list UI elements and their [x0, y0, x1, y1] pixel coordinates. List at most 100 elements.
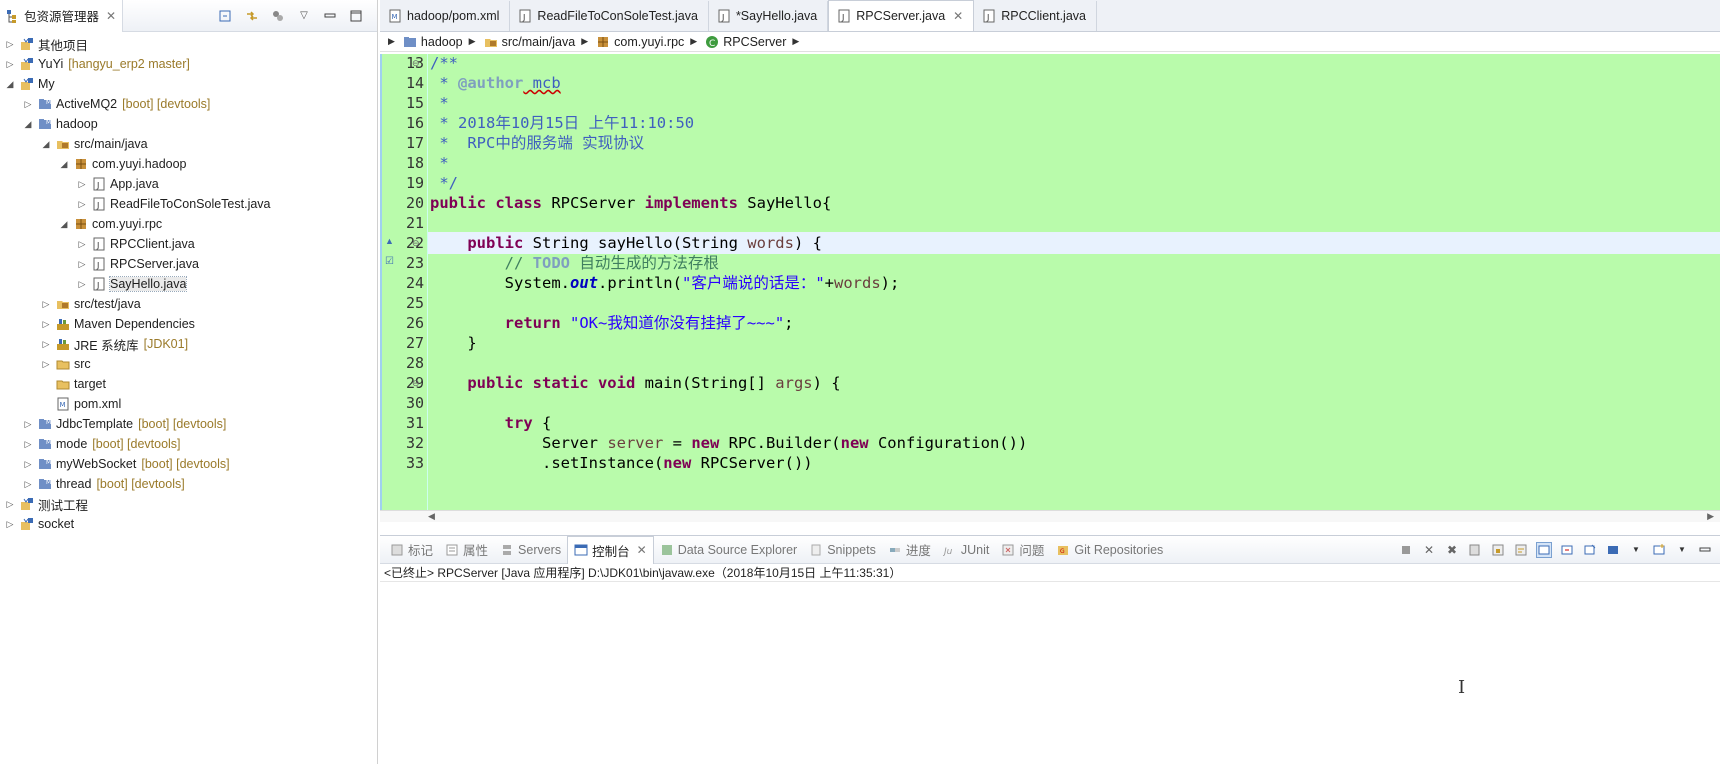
tree-item[interactable]: Mpom.xml [0, 394, 377, 414]
breadcrumb-class[interactable]: C RPCServer [705, 35, 786, 49]
horizontal-scrollbar[interactable]: ◀ ▶ [380, 510, 1720, 522]
tree-item[interactable]: ◢ My [0, 74, 377, 94]
task-marker-icon[interactable]: ☑ [385, 256, 394, 267]
code-editor[interactable]: 13 14 15 16 17 18 19 20 21 22 23 24 25 26 27 28 29 30 31 32… [380, 54, 1720, 510]
tree-item[interactable]: ▷ J RPCServer.java [0, 254, 377, 274]
view-menu-icon[interactable]: ▽ [297, 9, 311, 23]
collapsed-arrow-icon[interactable]: ▷ [22, 418, 34, 430]
collapsed-arrow-icon[interactable]: ▷ [76, 278, 88, 290]
collapsed-arrow-icon[interactable]: ▷ [4, 38, 16, 50]
tree-item[interactable]: ▷ Maven Dependencies [0, 314, 377, 334]
minimize-icon[interactable] [1698, 543, 1712, 557]
display-console-icon[interactable] [1606, 543, 1620, 557]
show-on-error-icon[interactable] [1560, 543, 1574, 557]
tree-item[interactable]: ▷ 测试工程 [0, 494, 377, 514]
tree-item[interactable]: ▷ JRE 系统库 [JDK01] [0, 334, 377, 354]
expanded-arrow-icon[interactable]: ◢ [4, 78, 16, 90]
expanded-arrow-icon[interactable]: ◢ [22, 118, 34, 130]
collapsed-arrow-icon[interactable]: ▷ [22, 438, 34, 450]
breadcrumb-arrow-icon[interactable]: ▶ [690, 36, 697, 47]
scroll-right-icon[interactable]: ▶ [1707, 511, 1714, 522]
editor-tab[interactable]: J RPCClient.java [974, 1, 1097, 31]
fold-icon[interactable]: ⊖ [412, 58, 420, 69]
editor-tab[interactable]: J ReadFileToConSoleTest.java [510, 1, 709, 31]
tree-item[interactable]: ▷ src/test/java [0, 294, 377, 314]
tree-item[interactable]: ▷ src [0, 354, 377, 374]
breadcrumb-arrow-icon[interactable]: ▶ [388, 36, 395, 47]
collapsed-arrow-icon[interactable]: ▷ [4, 498, 16, 510]
tree-item[interactable]: ▷ M ActiveMQ2 [boot] [devtools] [0, 94, 377, 114]
tree-item[interactable]: ◢ Mhadoop [0, 114, 377, 134]
collapsed-arrow-icon[interactable]: ▷ [22, 458, 34, 470]
collapse-all-icon[interactable] [219, 9, 233, 23]
tree-item[interactable]: ▷ J ReadFileToConSoleTest.java [0, 194, 377, 214]
tree-item[interactable]: ▷ YuYi [hangyu_erp2 master] [0, 54, 377, 74]
console-tab[interactable]: 属性 [439, 536, 494, 564]
collapsed-arrow-icon[interactable]: ▷ [76, 258, 88, 270]
view-menu-filter-icon[interactable] [271, 9, 285, 23]
tree-item[interactable]: ▷ Mmode [boot] [devtools] [0, 434, 377, 454]
show-on-output-icon[interactable] [1536, 541, 1552, 558]
dropdown-icon[interactable]: ▼ [1675, 543, 1689, 557]
breadcrumb-arrow-icon[interactable]: ▶ [469, 36, 476, 47]
console-tab[interactable]: 控制台 ✕ [567, 535, 654, 564]
collapsed-arrow-icon[interactable]: ▷ [22, 478, 34, 490]
word-wrap-icon[interactable] [1514, 543, 1528, 557]
collapsed-arrow-icon[interactable]: ▷ [40, 358, 52, 370]
collapsed-arrow-icon[interactable]: ▷ [76, 238, 88, 250]
tree-item[interactable]: ◢ com.yuyi.hadoop [0, 154, 377, 174]
tree-item[interactable]: ▷ J RPCClient.java [0, 234, 377, 254]
close-tab-icon[interactable]: ✕ [953, 9, 963, 23]
explorer-tab[interactable]: 包资源管理器 ✕ [0, 0, 124, 32]
breadcrumb-arrow-icon[interactable]: ▶ [581, 36, 588, 47]
collapsed-arrow-icon[interactable]: ▷ [4, 58, 16, 70]
console-tab[interactable]: 标记 [384, 536, 439, 564]
scroll-left-icon[interactable]: ◀ [428, 511, 435, 522]
breadcrumb-package[interactable]: com.yuyi.rpc [596, 35, 684, 49]
fold-icon[interactable]: ⊖ [412, 238, 420, 249]
breadcrumb-source-folder[interactable]: src/main/java [484, 35, 575, 49]
tree-item[interactable]: ▷ socket [0, 514, 377, 534]
link-with-editor-icon[interactable] [245, 9, 259, 23]
expanded-arrow-icon[interactable]: ◢ [58, 218, 70, 230]
collapsed-arrow-icon[interactable]: ▷ [76, 178, 88, 190]
tree-item[interactable]: ▷ MmyWebSocket [boot] [devtools] [0, 454, 377, 474]
remove-all-terminated-icon[interactable]: ✖ [1445, 543, 1459, 557]
editor-tab[interactable]: Mhadoop/pom.xml [380, 1, 511, 31]
expanded-arrow-icon[interactable]: ◢ [40, 138, 52, 150]
tree-item[interactable]: target [0, 374, 377, 394]
fold-icon[interactable]: ⊖ [412, 378, 420, 389]
open-console-icon[interactable] [1652, 543, 1666, 557]
close-icon[interactable]: ✕ [106, 9, 116, 23]
pin-console-icon[interactable] [1583, 543, 1597, 557]
tree-item[interactable]: ▷ J App.java [0, 174, 377, 194]
terminate-icon[interactable] [1399, 543, 1413, 557]
console-tab[interactable]: Snippets [803, 536, 882, 564]
console-output[interactable] [380, 582, 1720, 762]
tree-item[interactable]: ▷ J SayHello.java [0, 274, 377, 294]
console-tab[interactable]: Ju JUnit [937, 536, 995, 564]
dropdown-icon[interactable]: ▼ [1629, 543, 1643, 557]
tree-item[interactable]: ▷ Mthread [boot] [devtools] [0, 474, 377, 494]
tree-item[interactable]: ◢ com.yuyi.rpc [0, 214, 377, 234]
collapsed-arrow-icon[interactable]: ▷ [22, 98, 34, 110]
minimize-icon[interactable] [323, 9, 337, 23]
tree-item[interactable]: ▷ 其他项目 [0, 34, 377, 54]
editor-tab[interactable]: J RPCServer.java ✕ [828, 0, 975, 31]
implements-marker-icon[interactable]: ▲ [385, 236, 394, 246]
collapsed-arrow-icon[interactable]: ▷ [40, 298, 52, 310]
console-tab[interactable]: 问题 [995, 536, 1050, 564]
collapsed-arrow-icon[interactable]: ▷ [76, 198, 88, 210]
remove-launch-icon[interactable]: ✕ [1422, 543, 1436, 557]
breadcrumb-project[interactable]: hadoop [403, 35, 463, 49]
collapsed-arrow-icon[interactable]: ▷ [4, 518, 16, 530]
tree-item[interactable]: ▷ M JdbcTemplate [boot] [devtools] [0, 414, 377, 434]
editor-tab[interactable]: J *SayHello.java [709, 1, 829, 31]
maximize-icon[interactable] [349, 9, 363, 23]
expanded-arrow-icon[interactable]: ◢ [58, 158, 70, 170]
breadcrumb-arrow-icon[interactable]: ▶ [792, 36, 799, 47]
console-tab[interactable]: Servers [494, 536, 567, 564]
tree-item[interactable]: ◢ src/main/java [0, 134, 377, 154]
collapsed-arrow-icon[interactable]: ▷ [40, 338, 52, 350]
console-tab[interactable]: Data Source Explorer [654, 536, 804, 564]
